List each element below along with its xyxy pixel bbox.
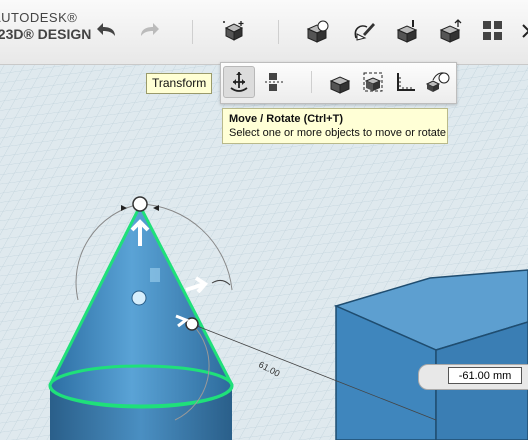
primitives-icon: [306, 20, 329, 43]
redo-arrow-icon: [141, 23, 159, 36]
construct-icon: [396, 20, 418, 43]
scale-button[interactable]: [358, 67, 388, 97]
construct-button[interactable]: [395, 18, 421, 44]
snap-icon: [425, 72, 450, 92]
rotate-handle-top[interactable]: [132, 196, 148, 212]
redo-button[interactable]: [136, 18, 162, 44]
primitives-button[interactable]: [305, 18, 331, 44]
sketch-button[interactable]: [351, 18, 377, 44]
transform-subtoolbar: [220, 62, 457, 104]
move-rotate-tooltip: Move / Rotate (Ctrl+T) Select one or mor…: [222, 108, 448, 144]
dimension-input[interactable]: [448, 367, 522, 384]
main-toolbar: AUTODESK® 123D® DESIGN: [0, 0, 528, 65]
close-icon: [522, 24, 528, 38]
smart-scale-button[interactable]: [325, 67, 355, 97]
tooltip-description: Select one or more objects to move or ro…: [229, 127, 447, 139]
pattern-button[interactable]: [480, 18, 506, 44]
transform-label-tooltip: Transform: [146, 73, 213, 94]
align-button[interactable]: [259, 67, 289, 97]
align-icon: [265, 73, 283, 91]
scale-icon: [363, 72, 383, 92]
transform-button[interactable]: [222, 18, 248, 44]
snap-button[interactable]: [423, 67, 453, 97]
smart-scale-icon: [329, 76, 351, 94]
transform-cube-icon: [223, 21, 244, 41]
modify-button[interactable]: [438, 18, 464, 44]
undo-arrow-icon: [97, 23, 115, 36]
ruler-icon: [397, 73, 415, 91]
undo-button[interactable]: [94, 18, 120, 44]
center-handle[interactable]: [131, 290, 147, 306]
move-rotate-button[interactable]: [223, 66, 255, 98]
tooltip-title: Move / Rotate (Ctrl+T): [229, 113, 343, 125]
measure-button[interactable]: [391, 67, 421, 97]
modify-icon: [439, 19, 462, 43]
sketch-icon: [354, 23, 375, 41]
pattern-icon: [483, 21, 502, 40]
move-rotate-icon: [230, 72, 248, 92]
close-button[interactable]: [516, 18, 528, 44]
